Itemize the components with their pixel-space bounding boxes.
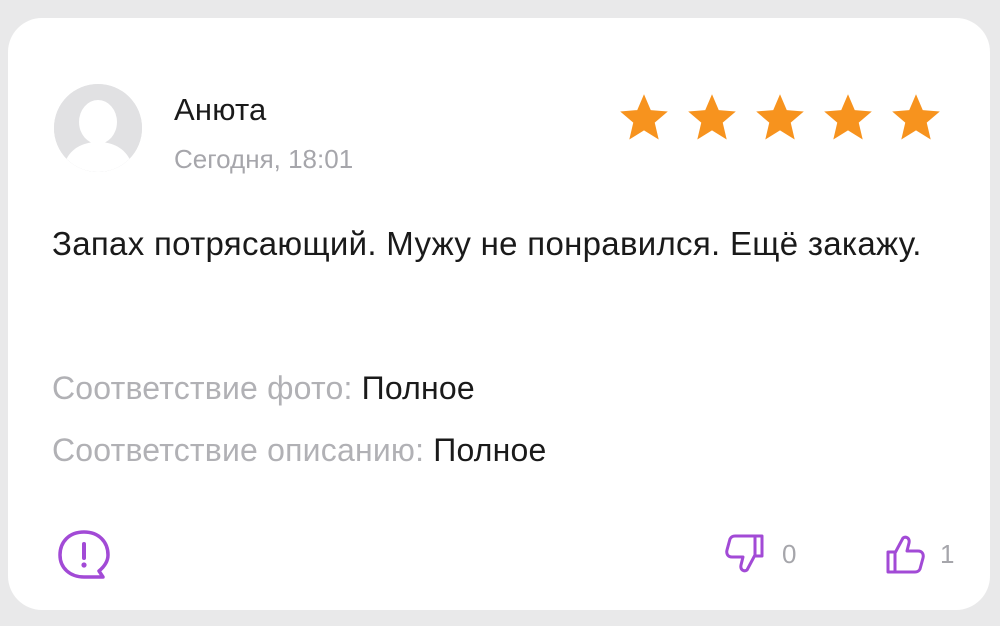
report-button[interactable] xyxy=(52,524,116,588)
attribute-photo-match: Соответствие фото: Полное xyxy=(52,370,475,407)
review-text: Запах потрясающий. Мужу не понравился. Е… xyxy=(52,225,922,262)
thumbs-up-icon xyxy=(886,535,925,574)
attribute-description-match: Соответствие описанию: Полное xyxy=(52,432,547,469)
review-date: Сегодня, 18:01 xyxy=(174,144,354,174)
like-count: 1 xyxy=(940,538,955,569)
attribute-value: Полное xyxy=(433,432,547,468)
star-icon xyxy=(688,94,736,140)
star-icon xyxy=(892,94,940,140)
user-avatar-placeholder-icon xyxy=(54,84,142,172)
like-button[interactable]: 1 xyxy=(878,528,954,580)
attribute-value: Полное xyxy=(361,370,475,406)
avatar[interactable] xyxy=(54,84,142,172)
report-icon xyxy=(58,530,110,579)
attribute-label: Соответствие фото: xyxy=(52,370,353,406)
dislike-count: 0 xyxy=(782,538,797,569)
dislike-button[interactable]: 0 xyxy=(720,528,796,580)
rating-stars xyxy=(616,90,944,146)
author-name: Анюта xyxy=(174,92,267,127)
star-icon xyxy=(620,94,668,140)
attribute-label: Соответствие описанию: xyxy=(52,432,425,468)
star-icon xyxy=(824,94,872,140)
thumbs-down-icon xyxy=(725,534,764,573)
review-card: Анюта Сегодня, 18:01 Запах потрясающий. … xyxy=(8,18,990,610)
star-icon xyxy=(756,94,804,140)
